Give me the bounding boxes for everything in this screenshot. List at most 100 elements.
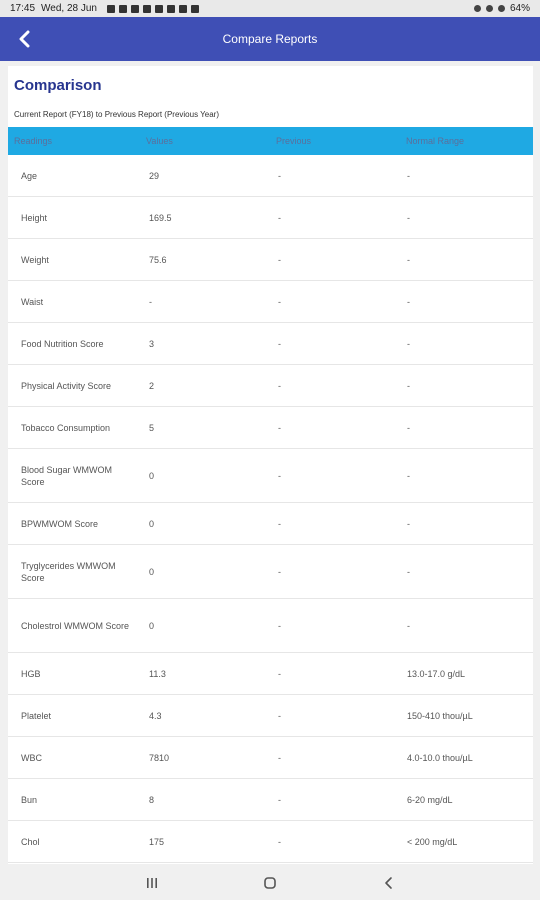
reading-range: - [407, 518, 410, 529]
table-row: Cholestrol WMWOM Score 0 - - [8, 599, 533, 653]
reading-name: Food Nutrition Score [21, 338, 104, 349]
play-icon [191, 4, 199, 13]
table-body[interactable]: Age 29 - - Height 169.5 - - Weight 75.6 … [8, 155, 533, 863]
home-icon [264, 877, 276, 889]
reading-previous: - [278, 380, 281, 391]
reading-previous: - [278, 170, 281, 181]
reading-value: 7810 [149, 752, 170, 763]
reading-range: < 200 mg/dL [407, 836, 458, 847]
reading-name: Waist [21, 296, 44, 307]
header-readings: Readings [14, 136, 53, 146]
reading-value: 0 [149, 566, 155, 577]
reading-value: 2 [149, 380, 155, 391]
document-icon [131, 4, 139, 13]
chevron-left-icon [19, 30, 30, 48]
table-row: Tryglycerides WMWOM Score 0 - - [8, 545, 533, 599]
status-time: 17:45 [10, 3, 36, 14]
reading-range: 4.0-10.0 thou/µL [407, 752, 473, 763]
reading-value: 5 [149, 422, 155, 433]
header-normal-range: Normal Range [406, 136, 465, 146]
table-row: Chol 175 - < 200 mg/dL [8, 821, 533, 863]
grid-icon [107, 4, 115, 13]
table-row: Age 29 - - [8, 155, 533, 197]
comparison-card: Comparison Current Report (FY18) to Prev… [8, 66, 533, 864]
reading-name: Bun [21, 794, 38, 805]
reading-range: - [407, 422, 410, 433]
youtube-icon [179, 4, 187, 13]
table-row: Food Nutrition Score 3 - - [8, 323, 533, 365]
battery-level: 64% [509, 3, 530, 14]
recents-icon [147, 878, 157, 888]
reading-value: 0 [149, 518, 155, 529]
nav-back-button[interactable] [379, 874, 399, 892]
reading-value: 175 [149, 836, 165, 847]
reading-previous: - [278, 470, 281, 481]
table-row: BPWMWOM Score 0 - - [8, 503, 533, 545]
header-previous: Previous [276, 136, 312, 146]
reading-previous: - [278, 422, 281, 433]
reading-name: Physical Activity Score [21, 380, 112, 391]
reading-name: Weight [21, 254, 49, 265]
table-header: Readings Values Previous Normal Range [8, 127, 533, 155]
reading-range: - [407, 296, 410, 307]
section-subheading: Current Report (FY18) to Previous Report… [14, 110, 219, 119]
reading-range: - [407, 470, 410, 481]
reading-range: - [407, 380, 410, 391]
reading-range: - [407, 620, 410, 631]
reading-previous: - [278, 212, 281, 223]
reading-value: 29 [149, 170, 160, 181]
reading-name: WBC [21, 752, 42, 763]
reading-name: Tryglycerides WMWOM Score [21, 560, 116, 583]
table-row: Tobacco Consumption 5 - - [8, 407, 533, 449]
status-date: Wed, 28 Jun [41, 3, 97, 14]
reading-value: 3 [149, 338, 155, 349]
reading-name: Height [21, 212, 48, 223]
reading-previous: - [278, 254, 281, 265]
recents-button[interactable] [142, 874, 162, 892]
reading-range: - [407, 170, 410, 181]
notification-icons [107, 4, 199, 13]
table-row: Bun 8 - 6-20 mg/dL [8, 779, 533, 821]
reading-previous: - [278, 338, 281, 349]
back-button[interactable] [10, 25, 38, 53]
app-icon [155, 4, 163, 13]
reading-previous: - [278, 710, 281, 721]
back-icon [385, 877, 392, 889]
table-row: Waist - - - [8, 281, 533, 323]
section-heading: Comparison [14, 77, 102, 94]
reading-name: Chol [21, 836, 40, 847]
reading-value: 4.3 [149, 710, 162, 721]
system-nav-bar [0, 866, 540, 900]
reading-previous: - [278, 794, 281, 805]
reading-value: 0 [149, 470, 155, 481]
reading-name: Cholestrol WMWOM Score [21, 620, 130, 631]
table-row: Weight 75.6 - - [8, 239, 533, 281]
status-bar: 17:45 Wed, 28 Jun 64% [0, 0, 540, 17]
reading-name: Age [21, 170, 38, 181]
table-row: WBC 7810 - 4.0-10.0 thou/µL [8, 737, 533, 779]
mute-icon [485, 5, 493, 12]
home-button[interactable] [260, 874, 280, 892]
reading-previous: - [278, 566, 281, 577]
reading-name: Blood Sugar WMWOM Score [21, 464, 113, 487]
reading-previous: - [278, 668, 281, 679]
reading-previous: - [278, 620, 281, 631]
reading-range: 6-20 mg/dL [407, 794, 453, 805]
reading-previous: - [278, 752, 281, 763]
table-row: Physical Activity Score 2 - - [8, 365, 533, 407]
reading-name: Platelet [21, 710, 52, 721]
table-row: Blood Sugar WMWOM Score 0 - - [8, 449, 533, 503]
table-row: Height 169.5 - - [8, 197, 533, 239]
reading-previous: - [278, 296, 281, 307]
reading-previous: - [278, 836, 281, 847]
table-row: Platelet 4.3 - 150-410 thou/µL [8, 695, 533, 737]
image-icon [167, 4, 175, 13]
header-values: Values [146, 136, 173, 146]
table-row: HGB 11.3 - 13.0-17.0 g/dL [8, 653, 533, 695]
reading-value: 0 [149, 620, 155, 631]
wifi-icon [497, 5, 505, 12]
reading-value: 8 [149, 794, 155, 805]
document-icon [143, 4, 151, 13]
reading-range: - [407, 212, 410, 223]
alarm-icon [473, 5, 481, 12]
